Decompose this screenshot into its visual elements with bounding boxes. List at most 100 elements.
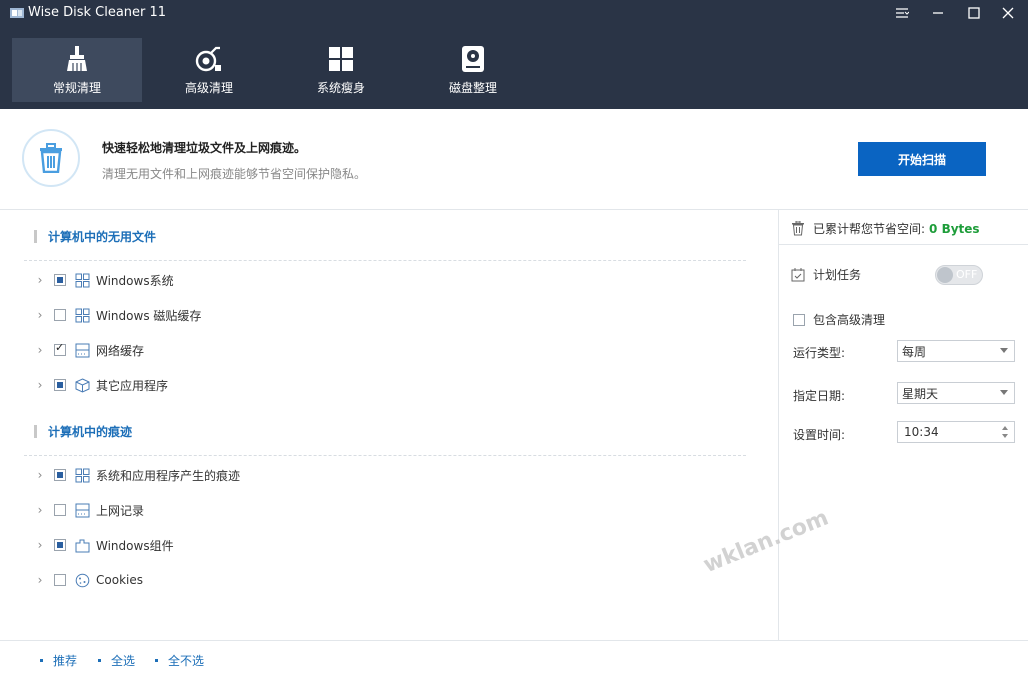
select-all-label: 全选: [111, 654, 136, 668]
advanced-label: 包含高级清理: [813, 313, 886, 327]
run-type-label: 运行类型:: [793, 346, 846, 360]
dropdown-arrow-icon: [1000, 348, 1008, 353]
item-label: 上网记录: [96, 503, 145, 518]
divider: [24, 260, 746, 261]
trash-icon: [22, 129, 80, 187]
tab-system-slim[interactable]: 系统瘦身: [276, 38, 406, 102]
run-type-select[interactable]: 每周: [897, 340, 1015, 362]
item-label: 系统和应用程序产生的痕迹: [96, 468, 241, 483]
item-checkbox[interactable]: [54, 341, 66, 356]
start-scan-button[interactable]: 开始扫描: [858, 142, 986, 176]
item-checkbox[interactable]: [54, 539, 66, 551]
tab-disk-defrag[interactable]: 磁盘整理: [408, 38, 538, 102]
dropdown-arrow-icon: [1000, 390, 1008, 395]
advanced-clean-option[interactable]: 包含高级清理: [793, 311, 885, 328]
time-input[interactable]: 10:34: [897, 421, 1015, 443]
chevron-right-icon[interactable]: ›: [34, 305, 46, 325]
item-checkbox[interactable]: [54, 379, 66, 391]
item-checkbox[interactable]: [54, 574, 66, 586]
windows-grid-icon: [74, 272, 90, 288]
title-bar: Wise Disk Cleaner 11: [0, 0, 1028, 28]
vacuum-icon: [194, 44, 224, 74]
select-none-label: 全不选: [168, 654, 205, 668]
broom-icon: [62, 44, 92, 74]
date-row: 指定日期:: [793, 387, 897, 404]
schedule-row: 计划任务: [791, 266, 861, 283]
package-icon: [74, 377, 90, 393]
minimize-icon: [933, 12, 943, 14]
close-icon: [1002, 7, 1014, 19]
section-bar: [34, 230, 37, 243]
chevron-right-icon[interactable]: ›: [34, 270, 46, 290]
list-item[interactable]: › 系统和应用程序产生的痕迹: [34, 465, 240, 485]
saved-label: 已累计帮您节省空间:: [813, 222, 926, 236]
divider: [24, 455, 746, 456]
close-button[interactable]: [990, 2, 1026, 24]
select-none-link[interactable]: 全不选: [155, 652, 204, 669]
select-all-link[interactable]: 全选: [98, 652, 135, 669]
section-bar: [34, 425, 37, 438]
tab-advanced-clean[interactable]: 高级清理: [144, 38, 274, 102]
calendar-check-icon: [791, 267, 805, 281]
spin-up-icon[interactable]: [1002, 426, 1008, 430]
section-title: 计算机中的无用文件: [34, 228, 156, 245]
minimize-button[interactable]: [920, 2, 956, 24]
chevron-right-icon[interactable]: ›: [34, 375, 46, 395]
recommend-link[interactable]: 推荐: [40, 652, 77, 669]
item-checkbox[interactable]: [54, 504, 66, 516]
spin-down-icon[interactable]: [1002, 434, 1008, 438]
item-label: 其它应用程序: [96, 378, 169, 393]
right-panel: 已累计帮您节省空间: 0 Bytes 计划任务 OFF 包含高级清理 运行类型:…: [779, 210, 1028, 640]
list-item[interactable]: › 网络缓存: [34, 340, 144, 360]
info-title: 快速轻松地清理垃圾文件及上网痕迹。: [102, 141, 307, 155]
chevron-right-icon[interactable]: ›: [34, 570, 46, 590]
top-band: Wise Disk Cleaner 11 常规清理 高级清理 系统瘦身 磁盘整理: [0, 0, 1028, 109]
bullet-icon: [155, 659, 158, 662]
section-title-text: 计算机中的痕迹: [48, 425, 133, 439]
date-select[interactable]: 星期天: [897, 382, 1015, 404]
item-label: Windows系统: [96, 273, 174, 288]
app-logo-icon: [10, 8, 24, 18]
footer: 推荐 全选 全不选: [0, 640, 1028, 680]
chevron-right-icon[interactable]: ›: [34, 465, 46, 485]
network-icon: [74, 502, 90, 518]
item-checkbox[interactable]: [54, 469, 66, 481]
item-checkbox[interactable]: [54, 309, 66, 321]
windows-icon: [326, 44, 356, 74]
item-label: 网络缓存: [96, 343, 145, 358]
disk-icon: [458, 44, 488, 74]
schedule-toggle[interactable]: OFF: [935, 265, 983, 285]
advanced-checkbox[interactable]: [793, 313, 805, 326]
item-label: Windows 磁贴缓存: [96, 308, 202, 323]
tab-label: 高级清理: [184, 81, 233, 95]
tab-regular-clean[interactable]: 常规清理: [12, 38, 142, 102]
date-label: 指定日期:: [793, 389, 846, 403]
date-value: 星期天: [902, 386, 939, 401]
info-subtitle: 清理无用文件和上网痕迹能够节省空间保护隐私。: [102, 167, 367, 181]
menu-button[interactable]: [884, 2, 920, 24]
time-label: 设置时间:: [793, 428, 846, 442]
run-type-row: 运行类型:: [793, 344, 897, 361]
app-title: Wise Disk Cleaner 11: [28, 5, 167, 20]
list-item[interactable]: › Windows 磁贴缓存: [34, 305, 201, 325]
list-item[interactable]: › Windows系统: [34, 270, 174, 290]
maximize-button[interactable]: [956, 2, 992, 24]
info-header: 快速轻松地清理垃圾文件及上网痕迹。 清理无用文件和上网痕迹能够节省空间保护隐私。…: [0, 109, 1028, 210]
chevron-right-icon[interactable]: ›: [34, 535, 46, 555]
section-title: 计算机中的痕迹: [34, 423, 132, 440]
maximize-icon: [968, 7, 980, 19]
list-item[interactable]: › Cookies: [34, 570, 143, 590]
list-item[interactable]: › 其它应用程序: [34, 375, 168, 395]
chevron-right-icon[interactable]: ›: [34, 500, 46, 520]
item-checkbox[interactable]: [54, 274, 66, 286]
windows-grid-icon: [74, 307, 90, 323]
bullet-icon: [98, 659, 101, 662]
recommend-label: 推荐: [53, 654, 78, 668]
chevron-right-icon[interactable]: ›: [34, 340, 46, 360]
list-item[interactable]: › 上网记录: [34, 500, 144, 520]
trash-small-icon: [792, 221, 804, 236]
section-title-text: 计算机中的无用文件: [48, 230, 157, 244]
tab-label: 常规清理: [52, 81, 101, 95]
item-label: Cookies: [96, 573, 143, 587]
list-item[interactable]: › Windows组件: [34, 535, 174, 555]
